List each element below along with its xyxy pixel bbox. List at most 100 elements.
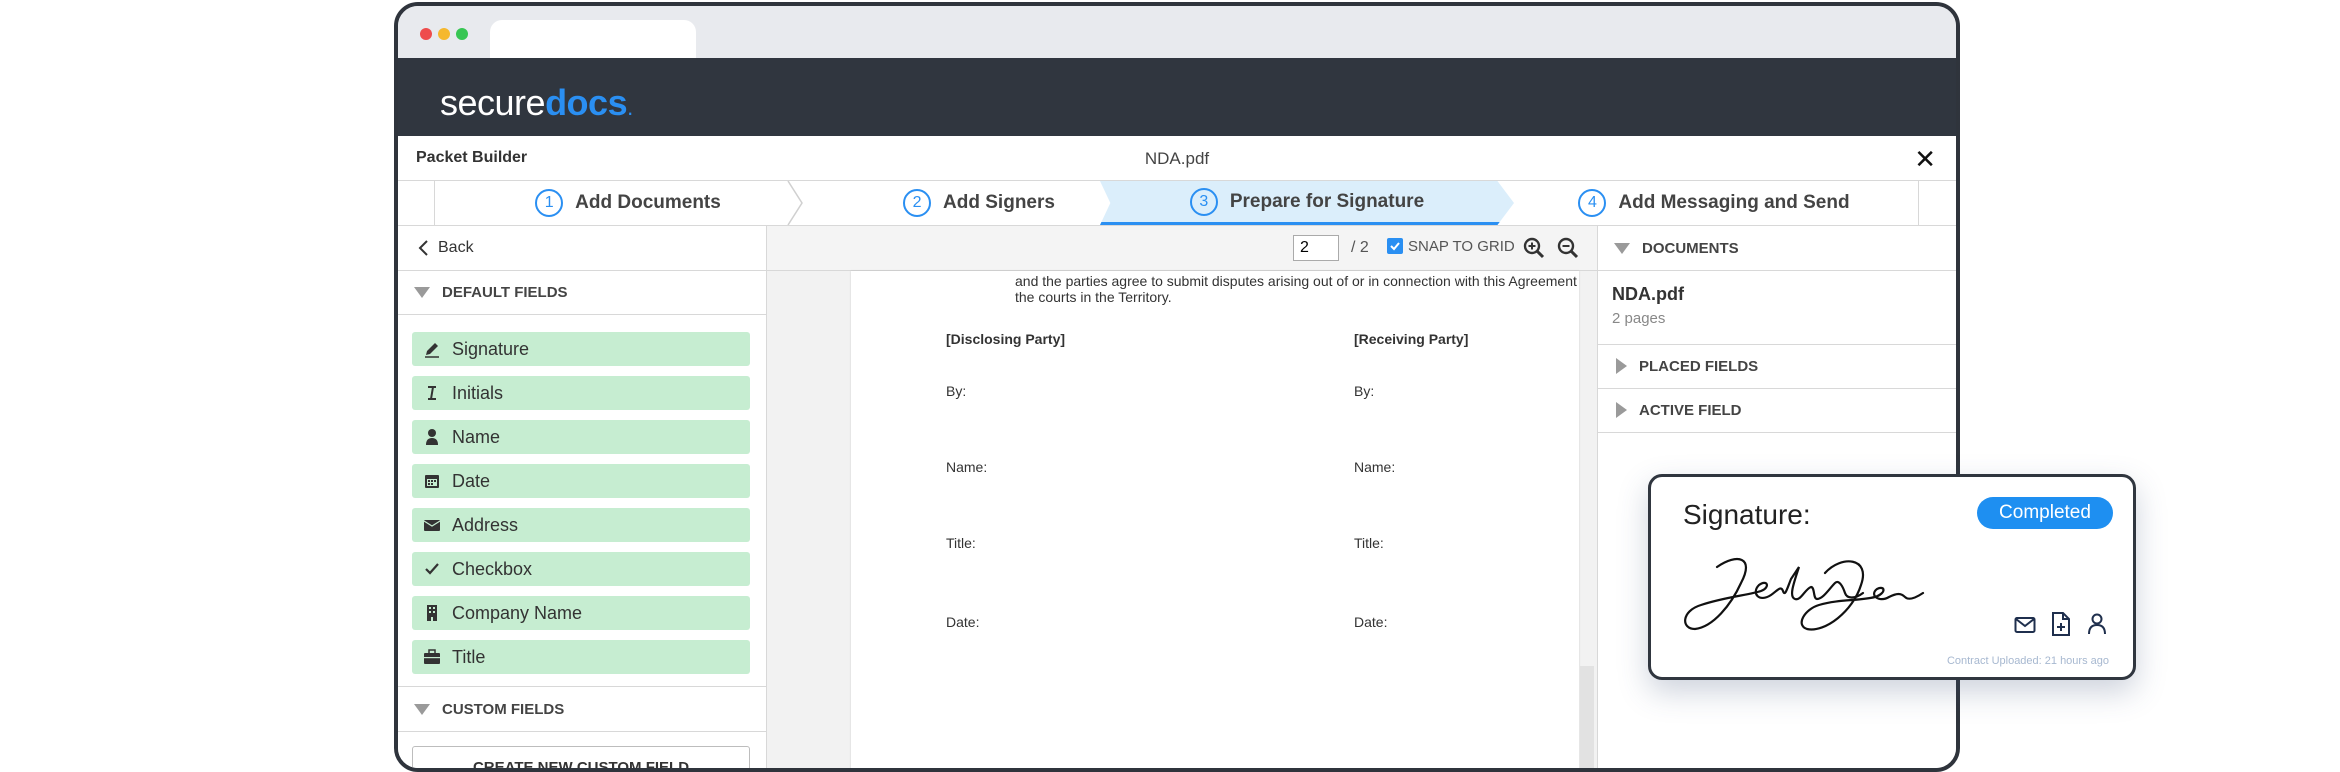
step-divider xyxy=(434,181,435,225)
field-label: Company Name xyxy=(452,602,583,623)
receiving-by-label: By: xyxy=(1354,383,1375,399)
snap-to-grid-label: SNAP TO GRID xyxy=(1408,238,1515,255)
contract-uploaded-timestamp: Contract Uploaded: 21 hours ago xyxy=(1946,655,2109,667)
document-viewer: / 2 SNAP TO GRID and the parties agree t… xyxy=(767,226,1597,768)
collapse-triangle-icon xyxy=(414,286,430,298)
document-item-name: NDA.pdf xyxy=(1612,284,1684,304)
disclosing-party-heading: [Disclosing Party] xyxy=(946,331,1066,347)
field-label: Title xyxy=(452,646,486,667)
step-number: 2 xyxy=(903,189,932,217)
disclosing-title-label: Title: xyxy=(946,535,976,551)
minimize-window-dot[interactable] xyxy=(438,28,450,40)
calendar-icon xyxy=(422,471,442,491)
document-name: NDA.pdf xyxy=(1144,149,1210,168)
signature-card-title: Signature: xyxy=(1683,499,1811,530)
back-button[interactable]: Back xyxy=(398,226,766,271)
viewer-toolbar: / 2 SNAP TO GRID xyxy=(767,226,1597,271)
back-label: Back xyxy=(438,239,474,256)
step-add-messaging-and-send[interactable]: 4 Add Messaging and Send xyxy=(1514,181,1914,225)
chevron-left-icon xyxy=(418,240,428,256)
zoom-in-icon[interactable] xyxy=(1523,237,1545,259)
close-button[interactable]: ✕ xyxy=(1914,144,1936,175)
create-custom-field-button[interactable]: CREATE NEW CUSTOM FIELD xyxy=(412,746,750,768)
envelope-icon[interactable] xyxy=(2014,615,2036,635)
envelope-icon xyxy=(422,515,442,535)
snap-to-grid-checkbox[interactable] xyxy=(1387,238,1403,254)
section-label: CUSTOM FIELDS xyxy=(442,700,565,718)
expand-triangle-icon xyxy=(1616,358,1627,374)
step-prepare-for-signature[interactable]: 3 Prepare for Signature xyxy=(1100,181,1514,225)
step-label: Prepare for Signature xyxy=(1229,190,1425,212)
paragraph-line: and the parties agree to submit disputes… xyxy=(1015,273,1577,289)
briefcase-icon xyxy=(422,647,442,667)
status-badge: Completed xyxy=(1977,497,2113,529)
documents-header[interactable]: DOCUMENTS xyxy=(1598,226,1956,271)
step-label: Add Messaging and Send xyxy=(1618,192,1850,213)
maximize-window-dot[interactable] xyxy=(456,28,468,40)
step-number: 4 xyxy=(1578,189,1607,217)
step-divider xyxy=(1918,181,1919,225)
page-title: Packet Builder xyxy=(416,149,528,166)
section-label: DEFAULT FIELDS xyxy=(442,283,568,301)
paragraph-line: the courts in the Territory. xyxy=(1015,289,1172,305)
building-icon xyxy=(422,603,442,623)
default-fields-header[interactable]: DEFAULT FIELDS xyxy=(398,270,766,315)
placed-fields-header[interactable]: PLACED FIELDS xyxy=(1598,344,1956,389)
receiving-title-label: Title: xyxy=(1354,535,1384,551)
step-progress: 1 Add Documents 2 Add Signers 3 Prepare for… xyxy=(398,181,1956,226)
text-cursor-icon xyxy=(422,383,442,403)
field-label: Signature xyxy=(452,338,530,359)
disclosing-name-label: Name: xyxy=(946,459,988,475)
step-number: 1 xyxy=(535,189,564,217)
field-signature[interactable]: Signature xyxy=(412,332,750,366)
section-label: ACTIVE FIELD xyxy=(1639,401,1742,419)
document-page: and the parties agree to submit disputes… xyxy=(851,271,1579,768)
field-address[interactable]: Address xyxy=(412,508,750,542)
person-icon xyxy=(422,427,442,447)
close-window-dot[interactable] xyxy=(420,28,432,40)
app-header-bar: securedocs. xyxy=(398,58,1956,136)
securedocs-logo: securedocs. xyxy=(440,82,633,123)
checkmark-icon xyxy=(422,559,442,579)
document-list-item[interactable]: NDA.pdf 2 pages xyxy=(1598,270,1956,345)
receiving-date-label: Date: xyxy=(1354,614,1388,630)
field-label: Address xyxy=(452,514,519,535)
document-item-pages: 2 pages xyxy=(1612,310,1666,327)
disclosing-by-label: By: xyxy=(946,383,967,399)
field-label: Date xyxy=(452,470,491,491)
step-label: Add Signers xyxy=(943,192,1055,213)
page-total: / 2 xyxy=(1351,239,1369,256)
step-add-signers[interactable]: 2 Add Signers xyxy=(804,181,1154,225)
collapse-triangle-icon xyxy=(1614,242,1630,254)
viewer-scrollbar[interactable] xyxy=(1580,666,1594,768)
chevron-right-icon xyxy=(787,181,803,225)
field-checkbox[interactable]: Checkbox xyxy=(412,552,750,586)
handwritten-signature xyxy=(1684,558,1925,631)
field-name[interactable]: Name xyxy=(412,420,750,454)
zoom-out-icon[interactable] xyxy=(1557,237,1579,259)
document-paragraph: and the parties agree to submit disputes… xyxy=(1015,273,1585,305)
pen-icon xyxy=(422,339,442,359)
field-label: Initials xyxy=(452,382,504,403)
field-label: Checkbox xyxy=(452,558,533,579)
step-add-documents[interactable]: 1 Add Documents xyxy=(438,181,818,225)
expand-triangle-icon xyxy=(1616,402,1627,418)
section-label: PLACED FIELDS xyxy=(1639,357,1759,375)
title-row: NDA.pdf Packet Builder ✕ xyxy=(398,136,1956,181)
step-number: 3 xyxy=(1189,187,1218,216)
step-label: Add Documents xyxy=(575,192,721,213)
custom-fields-header[interactable]: CUSTOM FIELDS xyxy=(398,686,766,732)
active-field-header[interactable]: ACTIVE FIELD xyxy=(1598,388,1956,433)
field-company-name[interactable]: Company Name xyxy=(412,596,750,630)
fields-sidebar: Back DEFAULT FIELDS Signature Initials N… xyxy=(398,226,767,768)
file-plus-icon[interactable] xyxy=(2051,612,2071,636)
page-number-input[interactable] xyxy=(1293,235,1339,261)
person-icon[interactable] xyxy=(2087,613,2107,635)
field-title[interactable]: Title xyxy=(412,640,750,674)
field-date[interactable]: Date xyxy=(412,464,750,498)
field-initials[interactable]: Initials xyxy=(412,376,750,410)
browser-tab[interactable] xyxy=(490,20,696,58)
section-label: DOCUMENTS xyxy=(1642,239,1739,257)
disclosing-date-label: Date: xyxy=(946,614,980,630)
signature-card: Signature: Completed Contract Uploaded: … xyxy=(1648,474,2136,680)
